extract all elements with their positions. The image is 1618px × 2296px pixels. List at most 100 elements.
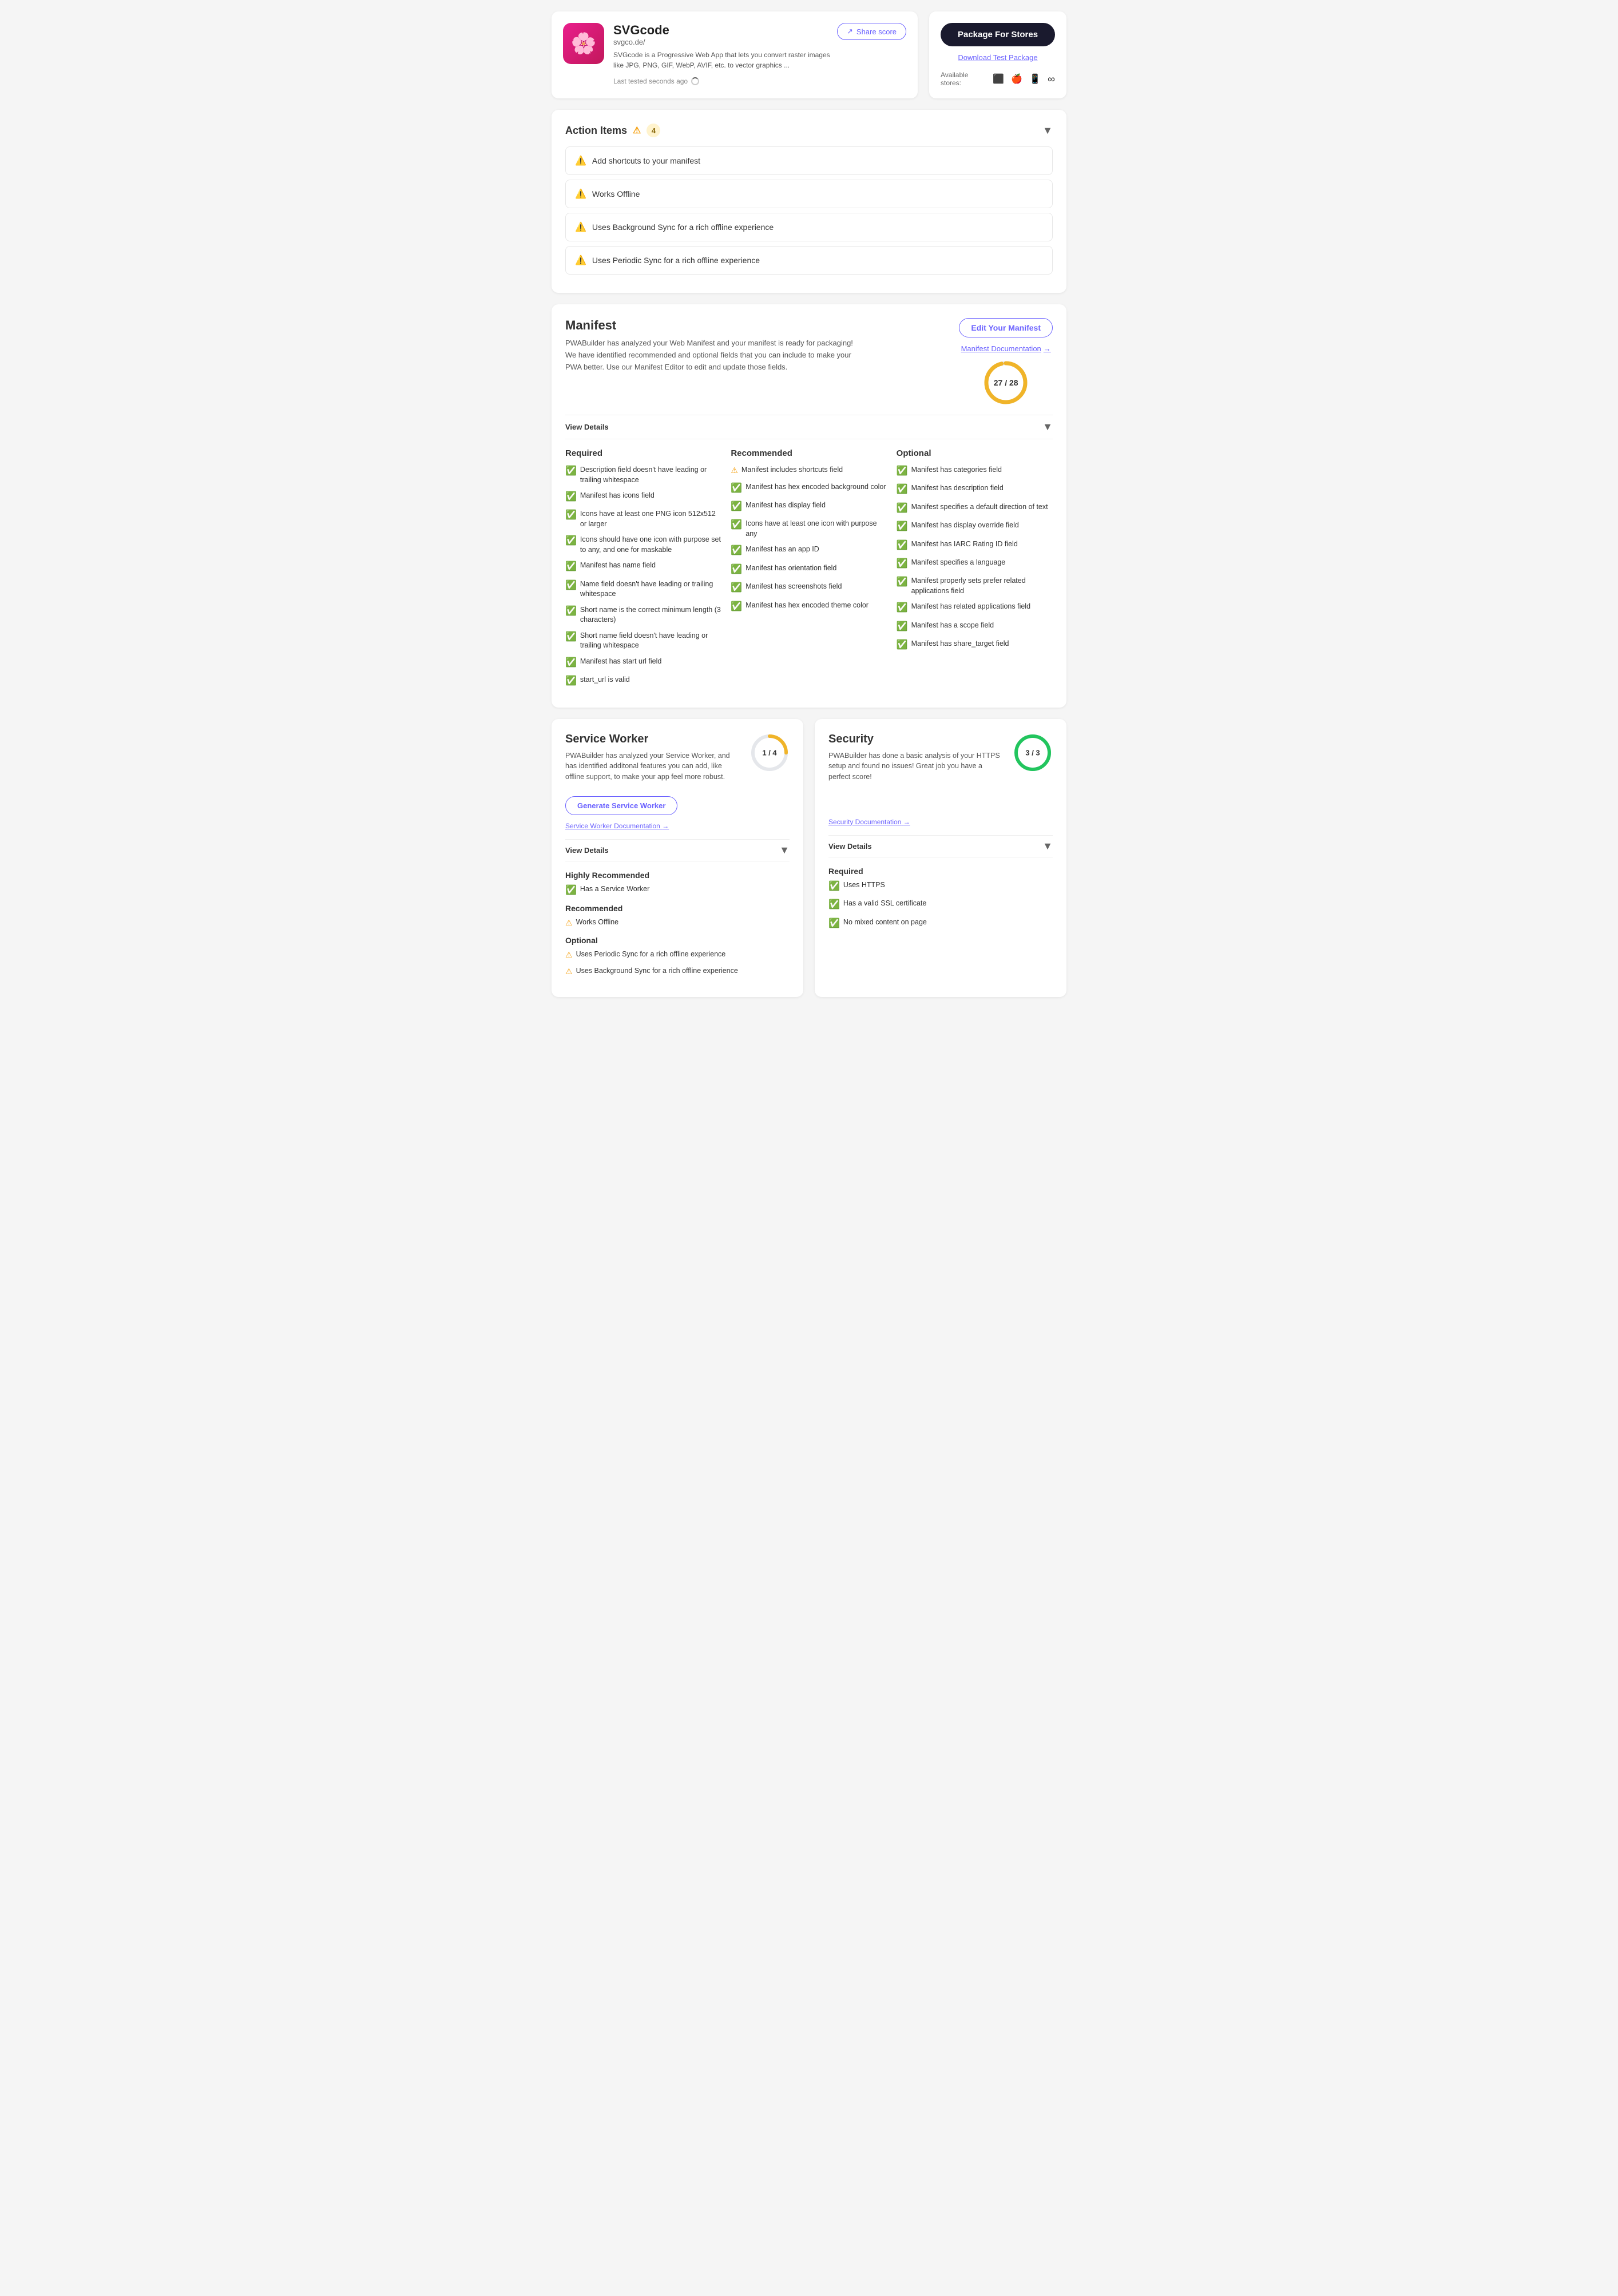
sw-view-details-bar[interactable]: View Details ▼ (565, 839, 790, 861)
action-item: ⚠️ Uses Background Sync for a rich offli… (565, 213, 1053, 241)
security-title: Security (828, 733, 1004, 746)
check-pass-icon: ✅ (731, 582, 742, 594)
manifest-checks-grid: Required ✅Description field doesn't have… (565, 448, 1053, 694)
action-item-text-3: Uses Periodic Sync for a rich offline ex… (592, 256, 760, 265)
check-pass-icon: ✅ (897, 465, 908, 478)
download-test-package-link[interactable]: Download Test Package (958, 53, 1037, 62)
check-item: ✅Icons have at least one icon with purpo… (731, 519, 887, 539)
recommended-col-title: Recommended (731, 448, 887, 458)
check-pass-icon: ✅ (731, 519, 742, 531)
manifest-description: PWABuilder has analyzed your Web Manifes… (565, 337, 863, 373)
optional-col-title: Optional (897, 448, 1053, 458)
check-warn-icon: ⚠ (731, 465, 738, 476)
check-item: ⚠Manifest includes shortcuts field (731, 465, 887, 476)
security-view-details-bar[interactable]: View Details ▼ (828, 835, 1053, 857)
store-icons: ⬛ 🍎 📱 ∞ (993, 73, 1055, 85)
check-item: ✅Manifest has orientation field (731, 563, 887, 576)
sw-info: Service Worker PWABuilder has analyzed y… (565, 733, 740, 782)
check-item: ✅Manifest specifies a default direction … (897, 502, 1053, 515)
manifest-title: Manifest (565, 318, 863, 333)
check-item: ✅Uses HTTPS (828, 880, 1053, 893)
security-doc: Security Documentation → (828, 817, 1053, 826)
check-pass-icon: ✅ (565, 884, 577, 897)
check-item: ✅Manifest has an app ID (731, 545, 887, 557)
check-pass-icon: ✅ (828, 899, 840, 911)
action-item: ⚠️ Uses Periodic Sync for a rich offline… (565, 246, 1053, 275)
package-for-stores-button[interactable]: Package For Stores (941, 23, 1055, 46)
check-item: ✅Description field doesn't have leading … (565, 465, 721, 485)
check-pass-icon: ✅ (565, 657, 577, 669)
check-item: ⚠Uses Background Sync for a rich offline… (565, 966, 790, 978)
check-item: ⚠Works Offline (565, 917, 790, 929)
last-tested: Last tested seconds ago (613, 77, 906, 85)
check-pass-icon: ✅ (565, 561, 577, 573)
check-pass-icon: ✅ (897, 621, 908, 633)
check-pass-icon: ✅ (897, 521, 908, 533)
check-pass-icon: ✅ (565, 509, 577, 522)
security-header: Security PWABuilder has done a basic ana… (828, 733, 1053, 782)
manifest-score-circle: 27 / 28 (983, 360, 1029, 406)
share-score-button[interactable]: ↗ Share score (837, 23, 906, 40)
manifest-view-details-bar[interactable]: View Details ▼ (565, 415, 1053, 439)
check-item: ✅Has a Service Worker (565, 884, 790, 897)
check-warn-icon: ⚠ (565, 917, 573, 929)
action-item: ⚠️ Add shortcuts to your manifest (565, 146, 1053, 175)
security-documentation-link[interactable]: Security Documentation → (828, 818, 910, 826)
check-pass-icon: ✅ (731, 500, 742, 513)
required-col-title: Required (565, 448, 721, 458)
check-item: ✅Manifest has description field (897, 483, 1053, 496)
check-item: ✅Manifest properly sets prefer related a… (897, 576, 1053, 596)
manifest-required-col: Required ✅Description field doesn't have… (565, 448, 721, 694)
sw-doc-arrow: → (662, 822, 669, 830)
security-details-chevron[interactable]: ▼ (1042, 840, 1053, 852)
check-item: ✅Short name is the correct minimum lengt… (565, 605, 721, 625)
check-item: ✅Has a valid SSL certificate (828, 899, 1053, 911)
check-item: ✅No mixed content on page (828, 917, 1053, 930)
check-item: ✅Icons should have one icon with purpose… (565, 535, 721, 555)
check-item: ✅Short name field doesn't have leading o… (565, 631, 721, 651)
package-card: Package For Stores Download Test Package… (929, 11, 1066, 98)
share-icon: ↗ (847, 27, 853, 36)
action-items-chevron[interactable]: ▼ (1042, 125, 1053, 137)
check-item: ✅Manifest has hex encoded background col… (731, 482, 887, 495)
security-checks: Required ✅Uses HTTPS ✅Has a valid SSL ce… (828, 867, 1053, 930)
check-pass-icon: ✅ (565, 675, 577, 688)
manifest-header: Manifest PWABuilder has analyzed your We… (565, 318, 1053, 406)
sec-doc-arrow: → (903, 818, 910, 826)
security-score-text: 3 / 3 (1025, 748, 1040, 757)
sw-description: PWABuilder has analyzed your Service Wor… (565, 750, 740, 782)
check-item: ✅Manifest has screenshots field (731, 582, 887, 594)
check-pass-icon: ✅ (897, 502, 908, 515)
check-item: ✅Manifest has display field (731, 500, 887, 513)
check-pass-icon: ✅ (897, 558, 908, 570)
app-info: SVGcode svgco.de/ SVGcode is a Progressi… (613, 23, 906, 85)
manifest-documentation-link[interactable]: Manifest Documentation → (961, 344, 1051, 353)
warn-icon-3: ⚠️ (575, 255, 586, 266)
check-pass-icon: ✅ (565, 535, 577, 547)
edit-manifest-button[interactable]: Edit Your Manifest (959, 318, 1053, 337)
check-item: ✅Manifest has related applications field (897, 602, 1053, 614)
action-item-text-1: Works Offline (592, 189, 640, 198)
check-pass-icon: ✅ (565, 491, 577, 503)
action-items-header: Action Items ⚠ 4 ▼ (565, 124, 1053, 137)
manifest-optional-col: Optional ✅Manifest has categories field … (897, 448, 1053, 694)
manifest-score-text: 27 / 28 (994, 378, 1018, 387)
action-items-section: Action Items ⚠ 4 ▼ ⚠️ Add shortcuts to y… (552, 110, 1066, 293)
check-pass-icon: ✅ (731, 563, 742, 576)
check-pass-icon: ✅ (897, 602, 908, 614)
security-description: PWABuilder has done a basic analysis of … (828, 750, 1004, 782)
check-pass-icon: ✅ (897, 539, 908, 552)
check-item: ✅Manifest has share_target field (897, 639, 1053, 652)
sw-details-chevron[interactable]: ▼ (779, 844, 790, 856)
check-item: ✅Manifest has display override field (897, 521, 1053, 533)
service-worker-documentation-link[interactable]: Service Worker Documentation → (565, 822, 669, 830)
warn-icon-0: ⚠️ (575, 155, 586, 166)
check-pass-icon: ✅ (565, 605, 577, 618)
check-item: ✅Manifest has a scope field (897, 621, 1053, 633)
check-pass-icon: ✅ (828, 917, 840, 930)
apple-store-icon: 🍎 (1011, 73, 1022, 85)
manifest-details-chevron[interactable]: ▼ (1042, 421, 1053, 433)
check-warn-icon: ⚠ (565, 950, 573, 961)
generate-service-worker-button[interactable]: Generate Service Worker (565, 796, 677, 815)
logo-emoji: 🌸 (571, 31, 597, 55)
